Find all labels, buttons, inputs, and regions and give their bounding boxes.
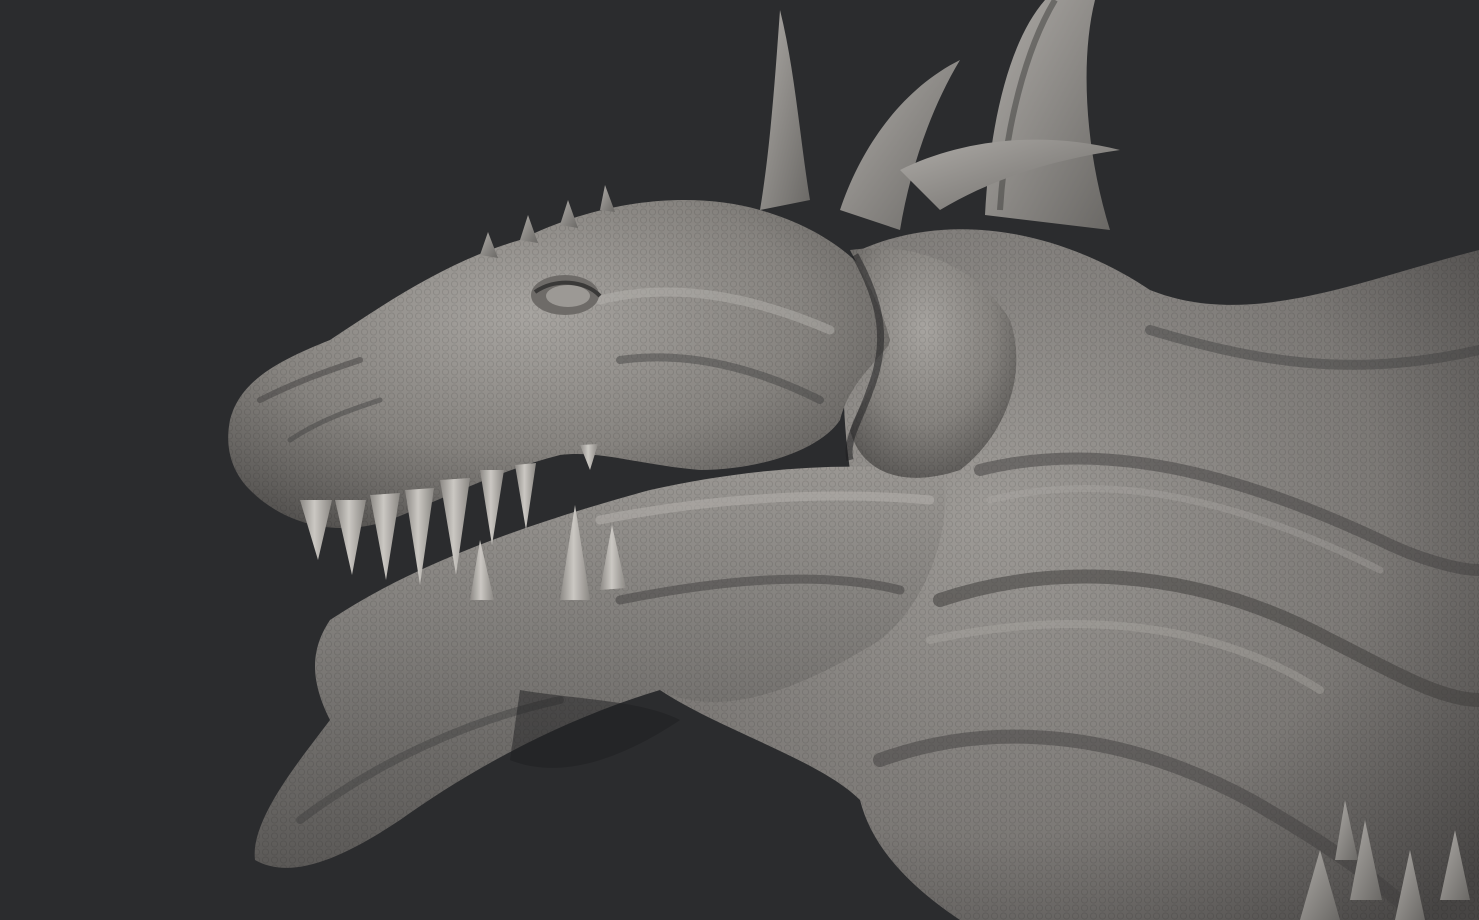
dragon-sculpt-render bbox=[0, 0, 1479, 920]
viewport-canvas bbox=[0, 0, 1479, 920]
